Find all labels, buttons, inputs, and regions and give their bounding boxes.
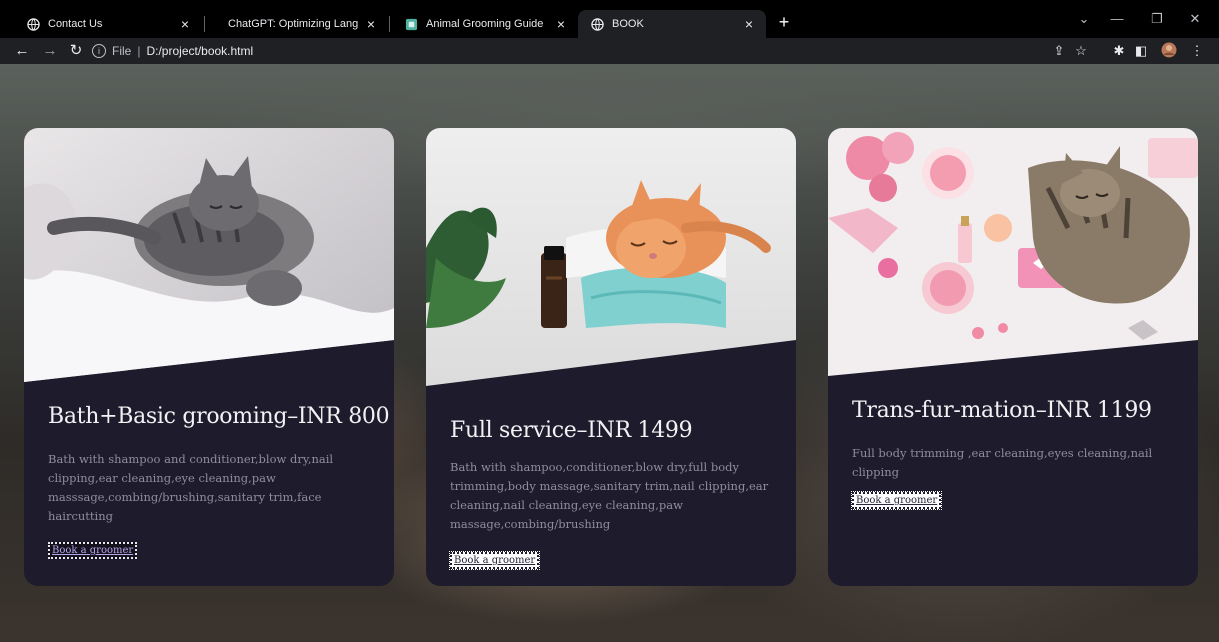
extensions-puzzle-icon[interactable]: ✱ (1110, 42, 1128, 60)
reload-icon[interactable]: ↻ (66, 41, 86, 61)
address-url: D:/project/book.html (146, 44, 254, 58)
card-image-spa-cat (828, 128, 1198, 388)
new-tab-button[interactable]: + (774, 12, 794, 32)
card-title: Trans-fur-mation–INR 1199 (852, 398, 1152, 423)
card-image-orange-kitten (426, 128, 796, 388)
tab-book[interactable]: BOOK × (578, 10, 766, 38)
tab-separator (204, 16, 205, 32)
profile-avatar-icon[interactable] (1160, 42, 1178, 60)
tab-chatgpt[interactable]: ChatGPT: Optimizing Language M × (210, 10, 388, 38)
tab-search-chevron-icon[interactable]: ⌄ (1073, 8, 1095, 30)
close-tab-icon[interactable]: × (554, 17, 568, 31)
address-bar[interactable]: i File | D:/project/book.html (92, 41, 1092, 61)
tab-title: Contact Us (48, 18, 103, 30)
back-arrow-icon[interactable]: ← (12, 41, 32, 61)
service-card-transfurmation: Trans-fur-mation–INR 1199 Full body trim… (828, 128, 1198, 586)
close-tab-icon[interactable]: × (364, 17, 378, 31)
card-title: Full service–INR 1499 (450, 418, 693, 443)
menu-kebab-icon[interactable]: ⋮ (1188, 42, 1206, 60)
side-panel-icon[interactable]: ◧ (1132, 42, 1150, 60)
card-description: Bath with shampoo,conditioner,blow dry,f… (450, 460, 769, 531)
tab-title: Animal Grooming Guide (426, 18, 544, 30)
book-groomer-link[interactable]: Book a groomer (850, 491, 943, 510)
card-image-tabby-kitten (24, 128, 394, 388)
card-title: Bath+Basic grooming–INR 800 (48, 404, 390, 429)
forward-arrow-icon[interactable]: → (40, 41, 60, 61)
tab-title: BOOK (612, 18, 644, 30)
address-scheme: File (112, 44, 132, 58)
card-description: Full body trimming ,ear cleaning,eyes cl… (852, 446, 1153, 479)
tab-separator (389, 16, 390, 32)
globe-icon (590, 17, 604, 31)
info-icon[interactable]: i (92, 44, 106, 58)
tab-animal-grooming-guide[interactable]: Animal Grooming Guide × (392, 10, 578, 38)
minimize-icon[interactable]: — (1106, 8, 1128, 30)
tab-contact-us[interactable]: Contact Us × (14, 10, 202, 38)
book-groomer-link[interactable]: Book a groomer (448, 551, 541, 570)
card-description: Bath with shampoo and conditioner,blow d… (48, 452, 334, 523)
window-close-icon[interactable]: ✕ (1184, 8, 1206, 30)
page-icon (404, 17, 418, 31)
browser-tab-strip: Contact Us × ChatGPT: Optimizing Languag… (0, 0, 1219, 38)
page-background: Bath+Basic grooming–INR 800 Bath with sh… (0, 64, 1219, 642)
close-tab-icon[interactable]: × (742, 17, 756, 31)
restore-icon[interactable]: ❐ (1146, 8, 1168, 30)
bookmark-star-icon[interactable]: ☆ (1072, 42, 1090, 60)
globe-icon (26, 17, 40, 31)
service-card-full: Full service–INR 1499 Bath with shampoo,… (426, 128, 796, 586)
close-tab-icon[interactable]: × (178, 17, 192, 31)
share-icon[interactable]: ⇪ (1050, 42, 1068, 60)
tab-title: ChatGPT: Optimizing Language M (228, 18, 358, 30)
service-card-basic: Bath+Basic grooming–INR 800 Bath with sh… (24, 128, 394, 586)
browser-toolbar: ← → ↻ i File | D:/project/book.html ⇪ ☆ … (0, 38, 1219, 64)
book-groomer-link[interactable]: Book a groomer (48, 542, 138, 559)
address-divider: | (137, 44, 141, 58)
